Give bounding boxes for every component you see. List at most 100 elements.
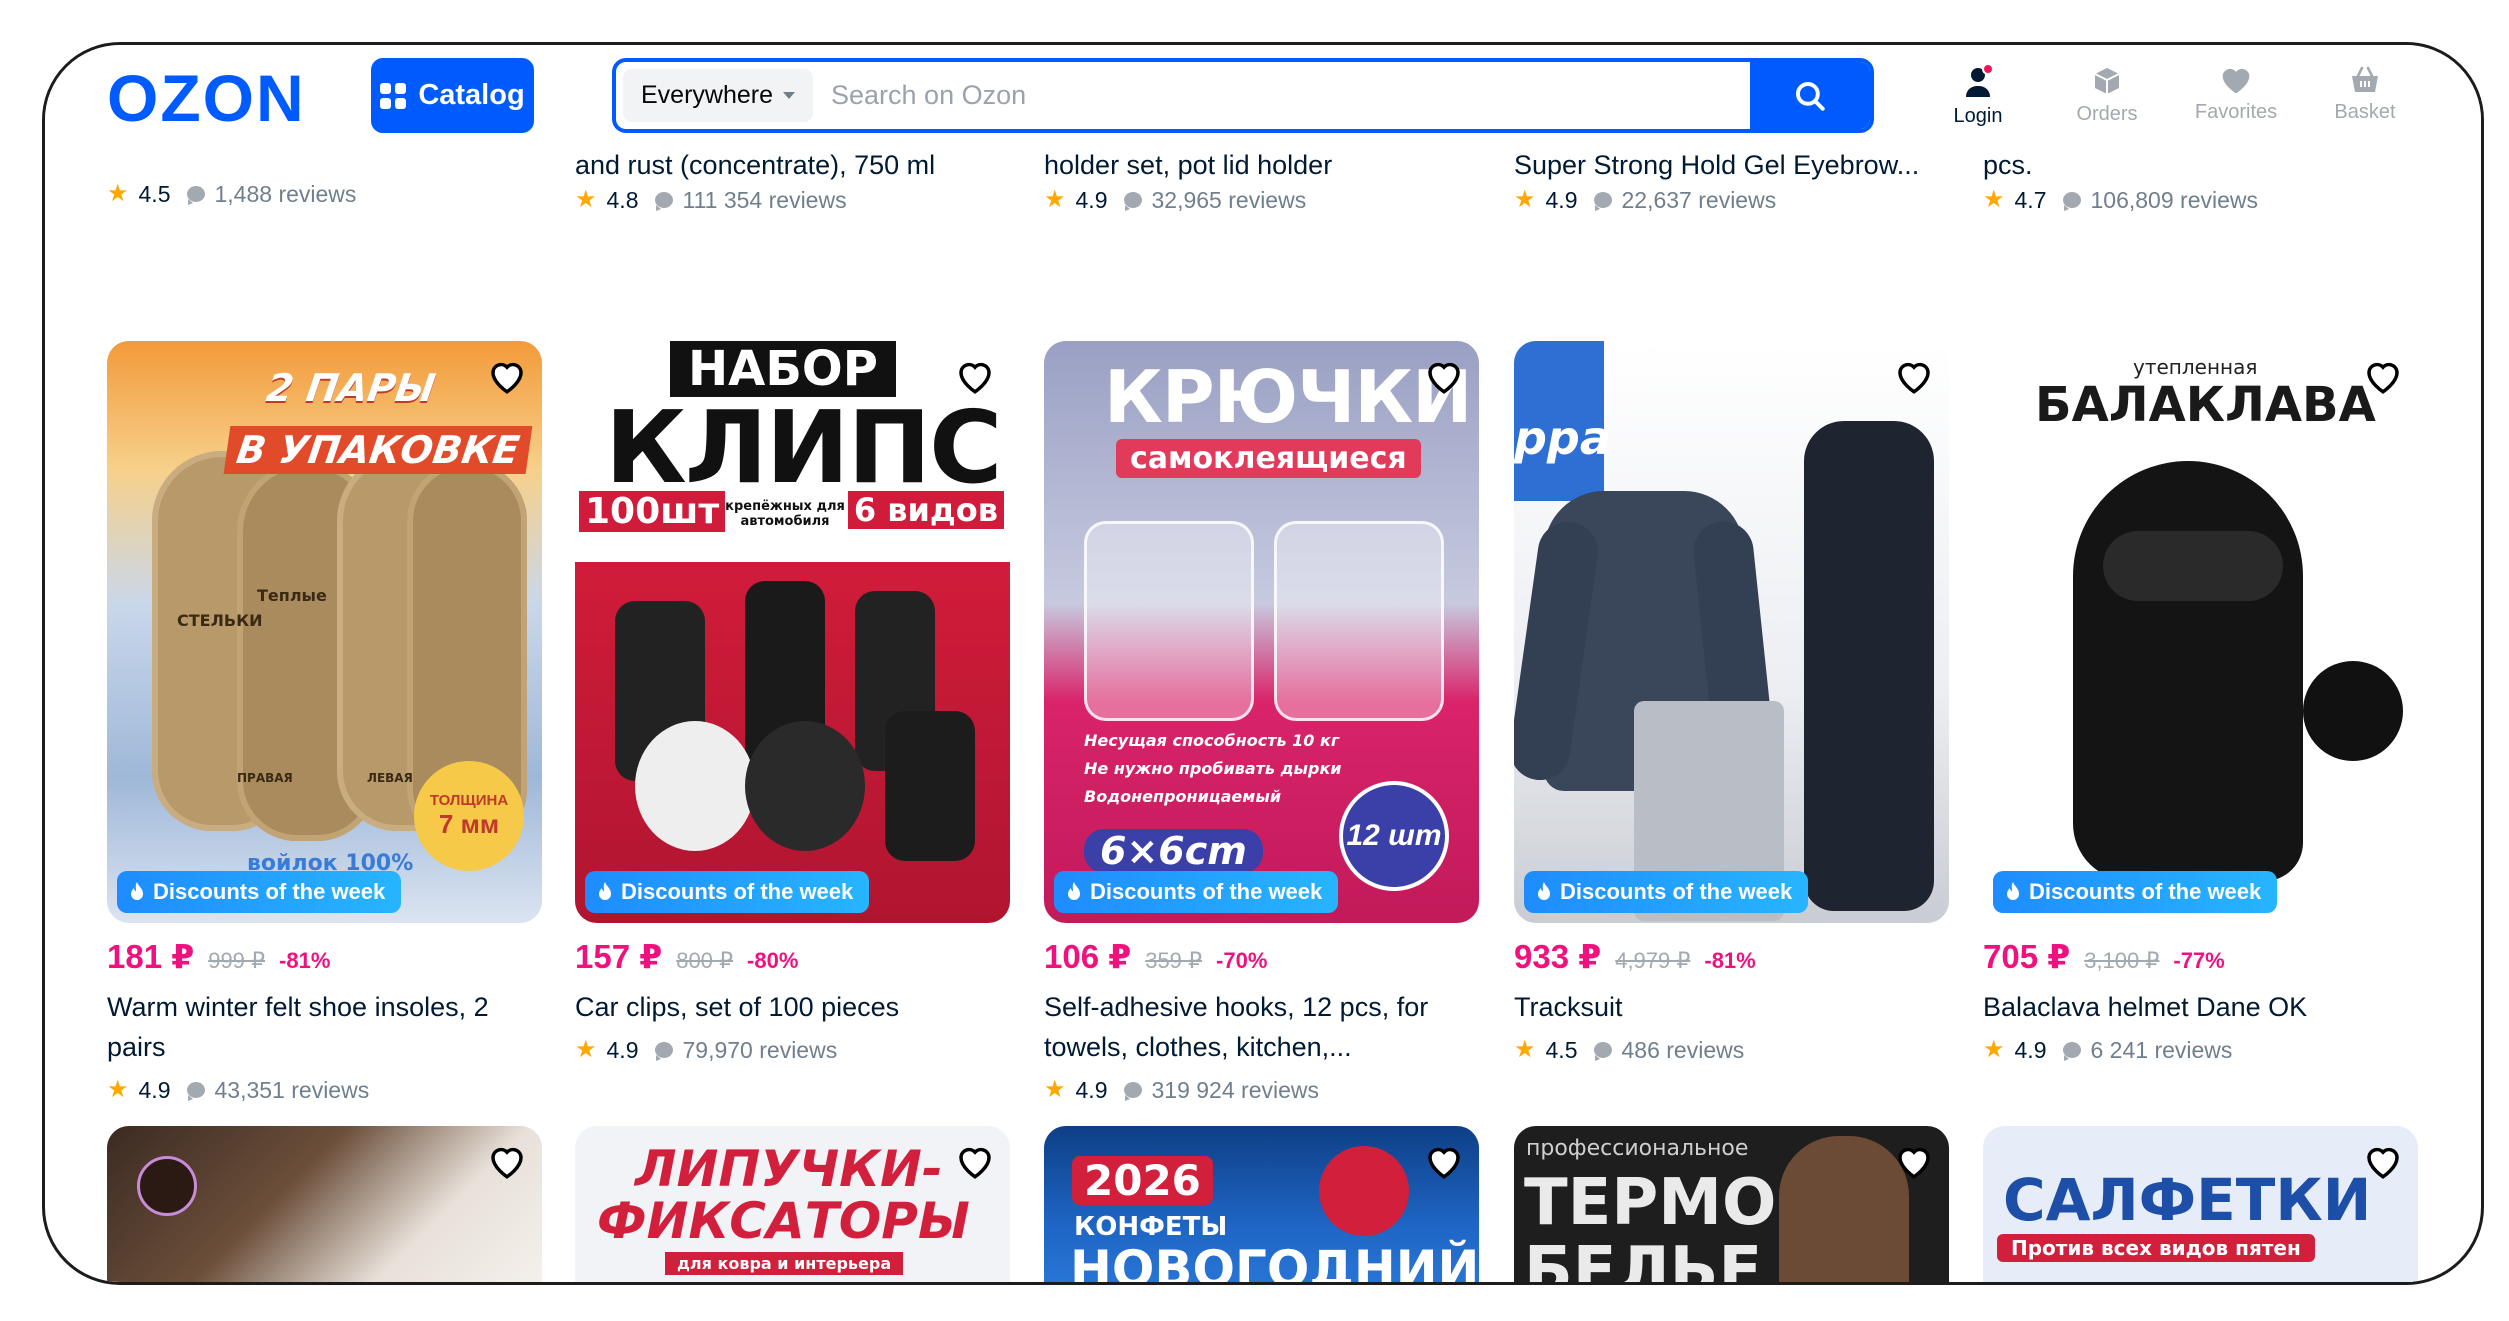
heart-icon[interactable] xyxy=(486,1140,528,1182)
comment-icon xyxy=(1593,192,1612,211)
product-title[interactable]: holder set, pot lid holder xyxy=(1044,147,1484,183)
product-card[interactable]: профессиональное ТЕРМО БЕЛЬЕ xyxy=(1514,1126,1949,1285)
rating-value: 4.9 xyxy=(1075,1076,1108,1103)
image-caption: В УПАКОВКЕ xyxy=(223,426,533,474)
product-card[interactable]: САЛФЕТКИ Против всех видов пятен xyxy=(1983,1126,2418,1282)
image-caption: 2026 xyxy=(1072,1156,1213,1205)
product-image[interactable]: ppa Discounts of the week xyxy=(1514,341,1949,923)
comment-icon xyxy=(1123,1082,1142,1101)
heart-icon[interactable] xyxy=(1423,355,1465,397)
reviews-count: 22,637 reviews xyxy=(1621,186,1777,213)
catalog-label: Catalog xyxy=(418,79,525,111)
image-caption: ТЕРМО xyxy=(1524,1166,1777,1240)
product-card[interactable]: 2 ПАРЫ В УПАКОВКЕ СТЕЛЬКИ Теплые ПРАВАЯ … xyxy=(107,341,542,1107)
image-caption: КЛИПС xyxy=(605,389,1003,506)
nav-login[interactable]: Login xyxy=(1923,63,2033,128)
product-image[interactable]: КРЮЧКИ самоклеящиеся Несущая способность… xyxy=(1044,341,1479,923)
reviews-count: 43,351 reviews xyxy=(214,1076,370,1103)
discount-percent: -70% xyxy=(1216,948,1268,973)
search-input[interactable] xyxy=(813,62,1750,129)
reviews-count: 6 241 reviews xyxy=(2090,1036,2233,1063)
reviews-count: 319 924 reviews xyxy=(1151,1076,1320,1103)
search-bar: Everywhere xyxy=(612,58,1874,133)
image-caption: БЕЛЬЕ xyxy=(1524,1234,1763,1285)
product-card[interactable] xyxy=(107,1126,542,1282)
list-item[interactable]: Super Strong Hold Gel Eyebrow... ★ 4.9 2… xyxy=(1514,147,1954,217)
reviews-count: 32,965 reviews xyxy=(1151,186,1307,213)
heart-icon[interactable] xyxy=(2362,1140,2404,1182)
image-caption: КРЮЧКИ xyxy=(1104,355,1472,439)
grid-icon xyxy=(380,82,407,109)
current-price: 933 ₽ xyxy=(1514,938,1602,975)
badge-label: Discounts of the week xyxy=(1090,879,1323,904)
product-title[interactable]: Self-adhesive hooks, 12 pcs, for towels,… xyxy=(1044,987,1479,1067)
image-caption: НОВОГОДНИЙ xyxy=(1070,1240,1479,1285)
product-title[interactable]: Tracksuit xyxy=(1514,987,1949,1027)
heart-icon[interactable] xyxy=(2362,355,2404,397)
product-title[interactable]: pcs. xyxy=(1983,147,2423,183)
product-image[interactable]: САЛФЕТКИ Против всех видов пятен xyxy=(1983,1126,2418,1282)
image-caption: 6×6cm xyxy=(1084,829,1263,873)
product-rating: ★ 4.7 106,809 reviews xyxy=(1983,183,2423,217)
heart-icon[interactable] xyxy=(1893,1140,1935,1182)
ozon-logo[interactable]: OZON xyxy=(107,65,306,131)
list-item[interactable]: ★ 4.5 1,488 reviews xyxy=(107,147,547,211)
product-image[interactable]: профессиональное ТЕРМО БЕЛЬЕ xyxy=(1514,1126,1949,1285)
heart-icon[interactable] xyxy=(954,355,996,397)
comment-icon xyxy=(186,1082,205,1101)
product-image[interactable]: НАБОР КЛИПС 100шт крепёжных для автомоби… xyxy=(575,341,1010,923)
product-image[interactable]: 2026 КОНФЕТЫ НОВОГОДНИЙ xyxy=(1044,1126,1479,1285)
search-button[interactable] xyxy=(1750,62,1870,129)
search-scope-dropdown[interactable]: Everywhere xyxy=(623,69,813,122)
product-card[interactable]: утепленная БАЛАКЛАВА Discounts of the we… xyxy=(1983,341,2418,1067)
product-title[interactable]: Balaclava helmet Dane OK xyxy=(1983,987,2418,1027)
content-area: ★ 4.5 1,488 reviews and rust (concentrat… xyxy=(45,45,2481,1282)
product-title[interactable]: Warm winter felt shoe insoles, 2 pairs xyxy=(107,987,542,1067)
comment-icon xyxy=(186,186,205,205)
rating-value: 4.9 xyxy=(606,1036,639,1063)
badge-label: Discounts of the week xyxy=(621,879,854,904)
product-image[interactable]: 2 ПАРЫ В УПАКОВКЕ СТЕЛЬКИ Теплые ПРАВАЯ … xyxy=(107,341,542,923)
site-header: OZON Catalog Everywhere Login Orders xyxy=(45,45,2481,147)
product-image[interactable] xyxy=(107,1126,542,1282)
current-price: 181 ₽ xyxy=(107,938,195,975)
nav-basket[interactable]: Basket xyxy=(2310,65,2420,124)
product-card[interactable]: КРЮЧКИ самоклеящиеся Несущая способность… xyxy=(1044,341,1479,1107)
product-card[interactable]: ppa Discounts of the week 933 ₽ 4,979 ₽ … xyxy=(1514,341,1949,1067)
product-title[interactable]: and rust (concentrate), 750 ml xyxy=(575,147,1015,183)
basket-icon xyxy=(2352,66,2378,92)
product-rating: ★ 4.9 79,970 reviews xyxy=(575,1033,1010,1067)
product-title[interactable]: Super Strong Hold Gel Eyebrow... xyxy=(1514,147,1954,183)
product-card[interactable]: ЛИПУЧКИ- ФИКСАТОРЫ для ковра и интерьера xyxy=(575,1126,1010,1282)
list-item[interactable]: pcs. ★ 4.7 106,809 reviews xyxy=(1983,147,2423,217)
product-title[interactable]: Car clips, set of 100 pieces xyxy=(575,987,1010,1027)
badge-label: Discounts of the week xyxy=(1560,879,1793,904)
comment-icon xyxy=(654,192,673,211)
comment-icon xyxy=(2062,192,2081,211)
product-image[interactable]: ЛИПУЧКИ- ФИКСАТОРЫ для ковра и интерьера xyxy=(575,1126,1010,1282)
product-image[interactable]: утепленная БАЛАКЛАВА Discounts of the we… xyxy=(1983,341,2418,923)
image-caption: Водонепроницаемый xyxy=(1084,787,1282,806)
list-item[interactable]: holder set, pot lid holder ★ 4.9 32,965 … xyxy=(1044,147,1484,217)
rating-value: 4.9 xyxy=(138,1076,171,1103)
product-card[interactable]: НАБОР КЛИПС 100шт крепёжных для автомоби… xyxy=(575,341,1010,1067)
image-caption: профессиональное xyxy=(1526,1136,1749,1161)
flame-icon xyxy=(2007,882,2019,900)
product-card[interactable]: 2026 КОНФЕТЫ НОВОГОДНИЙ xyxy=(1044,1126,1479,1285)
star-icon: ★ xyxy=(1514,186,1536,213)
reviews-count: 106,809 reviews xyxy=(2090,186,2259,213)
nav-favorites[interactable]: Favorites xyxy=(2181,65,2291,124)
nav-orders[interactable]: Orders xyxy=(2052,65,2162,126)
heart-icon[interactable] xyxy=(1893,355,1935,397)
heart-icon[interactable] xyxy=(1423,1140,1465,1182)
heart-icon[interactable] xyxy=(954,1140,996,1182)
comment-icon xyxy=(1593,1042,1612,1061)
discount-badge: Discounts of the week xyxy=(1524,871,1809,913)
heart-icon[interactable] xyxy=(486,355,528,397)
comment-icon xyxy=(1123,192,1142,211)
product-rating: ★ 4.8 111 354 reviews xyxy=(575,183,1015,217)
list-item[interactable]: and rust (concentrate), 750 ml ★ 4.8 111… xyxy=(575,147,1015,217)
discount-badge: Discounts of the week xyxy=(1054,871,1339,913)
catalog-button[interactable]: Catalog xyxy=(371,58,534,133)
badge-label: Discounts of the week xyxy=(2029,879,2262,904)
